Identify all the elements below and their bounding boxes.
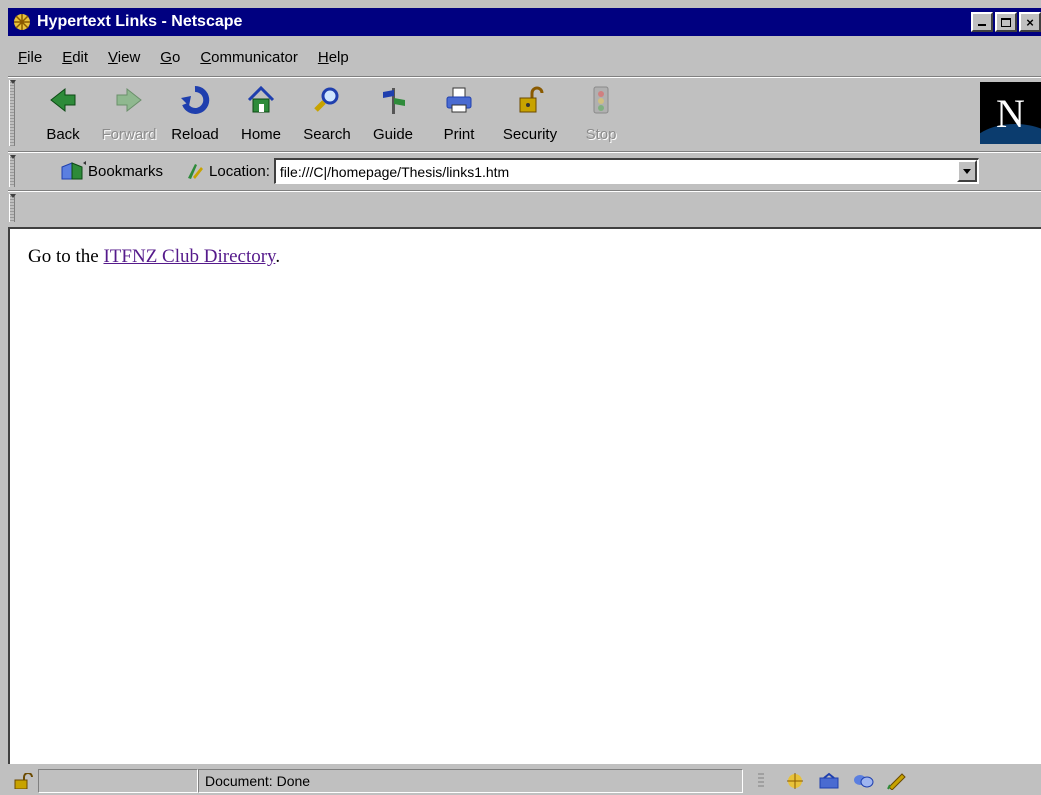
toolbar-grip[interactable] (9, 80, 16, 146)
forward-button[interactable]: Forward (96, 80, 162, 152)
menu-edit-mnemonic: E (62, 48, 73, 66)
menu-help-label: elp (328, 48, 349, 66)
menu-communicator[interactable]: Communicator (200, 49, 298, 66)
forward-label: Forward (101, 126, 157, 143)
location-toolbar-grip[interactable] (9, 155, 16, 187)
menu-view-mnemonic: V (108, 48, 118, 66)
home-label: Home (240, 126, 281, 143)
netscape-logo[interactable]: N (980, 82, 1041, 144)
minimize-button[interactable] (971, 12, 993, 32)
location-toolbar: Bookmarks Location: file:///C|/homepage/… (30, 156, 1041, 186)
menu-edit-label: dit (72, 48, 89, 66)
bookmarks-label: Bookmarks (88, 162, 164, 180)
paragraph-suffix: . (275, 246, 281, 267)
print-button[interactable]: Print (426, 80, 492, 152)
home-icon (243, 82, 279, 118)
discussions-icon[interactable] (851, 771, 875, 791)
progress-bar (38, 769, 198, 793)
printer-icon (441, 82, 477, 118)
menu-communicator-label: ommunicator (211, 48, 298, 66)
menu-file[interactable]: File (18, 49, 42, 66)
navigator-icon[interactable] (783, 771, 807, 791)
page-proxy-icon[interactable] (185, 160, 209, 182)
location-dropdown-button[interactable] (956, 160, 977, 182)
location-field[interactable]: file:///C|/homepage/Thesis/links1.htm (273, 158, 979, 184)
search-icon (309, 82, 345, 118)
reload-label: Reload (171, 126, 219, 143)
status-message: Document: Done (198, 769, 743, 793)
status-bar: Document: Done (8, 767, 1041, 795)
location-url: file:///C|/homepage/Thesis/links1.htm (279, 163, 510, 180)
menu-help-mnemonic: H (317, 48, 329, 66)
forward-arrow-icon (111, 82, 147, 118)
search-label: Search (303, 126, 351, 143)
security-button[interactable]: Security (492, 80, 568, 152)
home-button[interactable]: Home (228, 80, 294, 152)
menu-view[interactable]: View (108, 49, 140, 66)
component-bar (749, 771, 909, 791)
title-bar: Hypertext Links - Netscape × (8, 8, 1041, 36)
guide-label: Guide (372, 126, 414, 143)
menu-go-label: o (171, 48, 181, 66)
chevron-down-icon (962, 168, 971, 174)
stop-label: Stop (585, 126, 617, 143)
security-label: Security (502, 126, 558, 143)
padlock-icon (512, 82, 548, 118)
menu-help[interactable]: Help (318, 49, 349, 66)
netscape-window-icon[interactable] (11, 11, 33, 33)
menu-bar: File Edit View Go Communicator Help (8, 40, 357, 74)
reload-button[interactable]: Reload (162, 80, 228, 152)
menu-edit[interactable]: Edit (62, 49, 88, 66)
location-divider (8, 190, 1041, 192)
minimize-icon (978, 24, 986, 26)
guide-button[interactable]: Guide (360, 80, 426, 152)
stop-button[interactable]: Stop (568, 80, 634, 152)
back-label: Back (46, 126, 80, 143)
stop-icon (583, 82, 619, 118)
navigation-toolbar: Back Forward Reload Home Search Guide Pr… (30, 80, 634, 152)
personal-toolbar-grip[interactable] (9, 194, 16, 222)
back-arrow-icon (45, 82, 81, 118)
back-button[interactable]: Back (30, 80, 96, 152)
status-text: Document: Done (205, 773, 311, 789)
paragraph-prefix: Go to the (28, 246, 104, 267)
personal-toolbar (18, 194, 1041, 222)
bookmarks-button[interactable]: Bookmarks (60, 160, 163, 182)
netscape-logo-letter: N (996, 90, 1025, 136)
location-label: Location: (209, 162, 270, 180)
menu-go-mnemonic: G (160, 48, 172, 66)
toolbar-divider (8, 151, 1041, 153)
inbox-icon[interactable] (817, 771, 841, 791)
search-button[interactable]: Search (294, 80, 360, 152)
guide-icon (375, 82, 411, 118)
club-directory-link[interactable]: ITFNZ Club Directory (103, 246, 275, 267)
page-paragraph: Go to the ITFNZ Club Directory. (28, 246, 1041, 268)
close-button[interactable]: × (1019, 12, 1041, 32)
menu-file-mnemonic: F (18, 48, 28, 66)
print-label: Print (443, 126, 475, 143)
menu-communicator-mnemonic: C (200, 48, 212, 66)
window-title: Hypertext Links - Netscape (37, 13, 243, 30)
location-label-group: Location: (185, 160, 270, 182)
bookmarks-icon (60, 160, 88, 182)
composer-icon[interactable] (885, 771, 909, 791)
component-bar-grip-icon[interactable] (749, 771, 773, 791)
maximize-icon (1001, 17, 1011, 27)
security-status-icon[interactable] (8, 769, 38, 793)
menu-file-label: ile (27, 48, 43, 66)
menu-view-label: iew (117, 48, 141, 66)
page-content: Go to the ITFNZ Club Directory. (8, 227, 1041, 764)
maximize-button[interactable] (995, 12, 1017, 32)
menu-go[interactable]: Go (160, 49, 180, 66)
reload-icon (177, 82, 213, 118)
close-icon: × (1026, 14, 1034, 30)
menu-divider (8, 76, 1041, 78)
